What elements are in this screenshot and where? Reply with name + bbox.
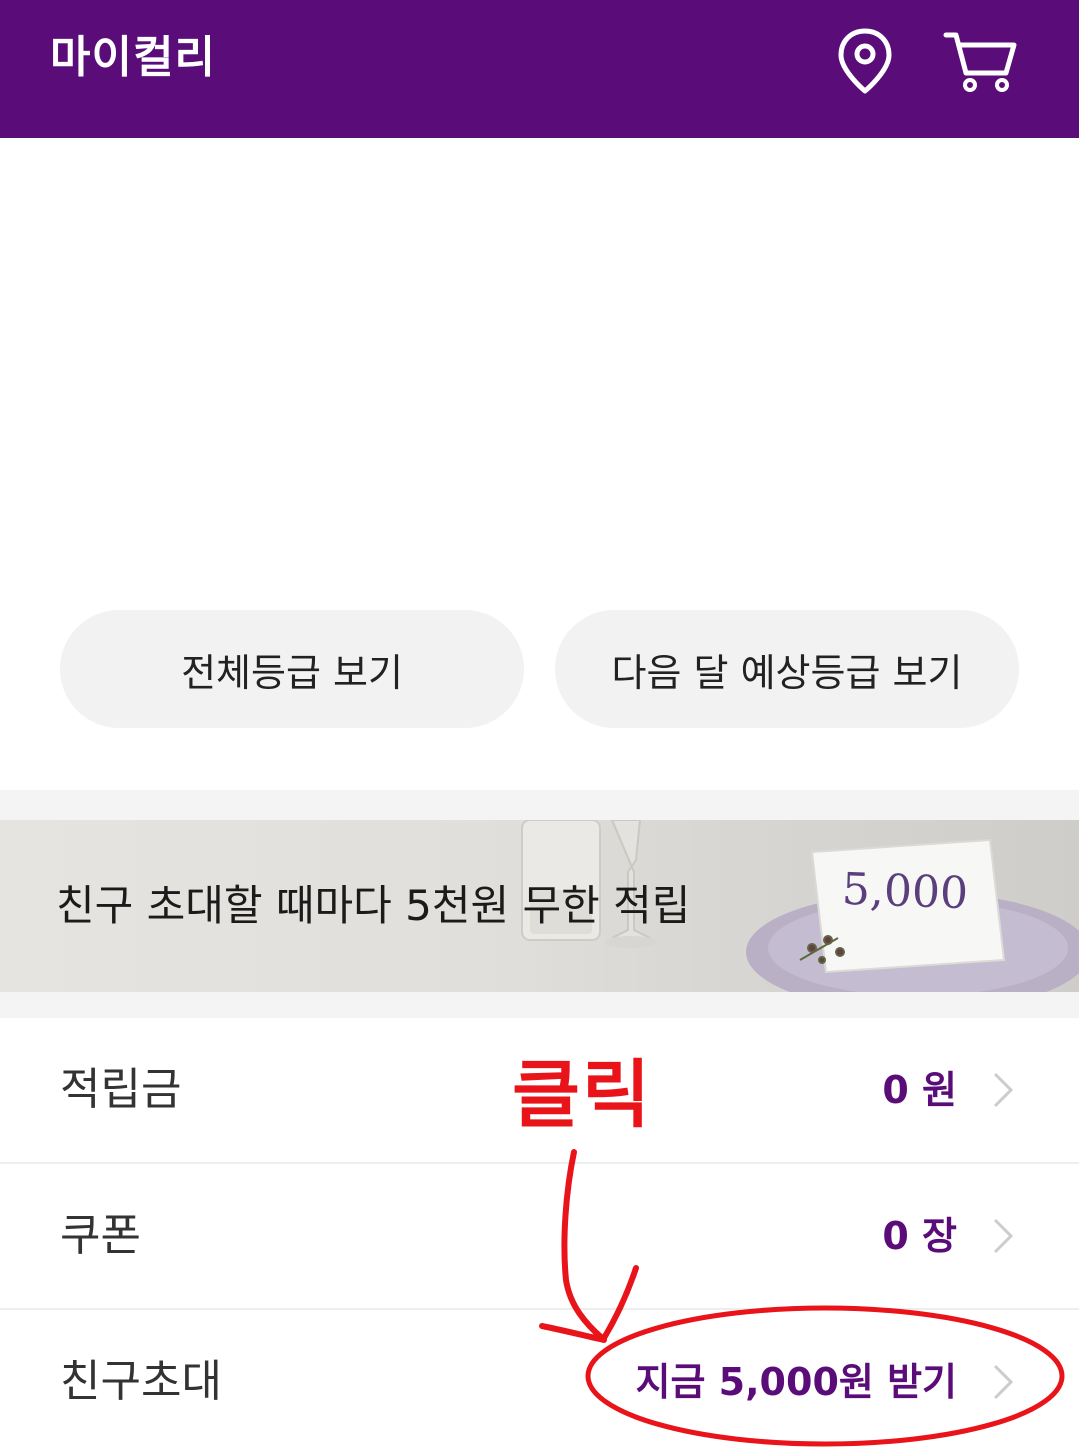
cart-icon[interactable] [940,22,1020,102]
view-all-grades-button[interactable]: 전체등급 보기 [60,610,524,728]
view-next-month-grade-button[interactable]: 다음 달 예상등급 보기 [555,610,1019,728]
points-label: 적립금 [60,1064,182,1115]
invite-friend-row[interactable]: 친구초대 지금 5,000원 받기 [0,1310,1079,1449]
invite-friend-label: 친구초대 [60,1356,222,1407]
invite-friend-value: 지금 5,000원 받기 [635,1360,957,1404]
points-row[interactable]: 적립금 0 원 [0,1018,1079,1162]
top-app-bar: 마이컬리 [0,0,1079,138]
coupons-row[interactable]: 쿠폰 0 장 [0,1164,1079,1308]
coupons-value: 0 장 [882,1214,957,1258]
chevron-right-icon [993,1364,1014,1400]
banner-headline: 친구 초대할 때마다 5천원 무한 적립 [56,881,691,930]
my-kurly-page: 마이컬리 전체등급 보기 다음 달 예상등급 보기 친구 초대할 때마다 5천원… [0,0,1079,1449]
friend-invite-banner[interactable]: 친구 초대할 때마다 5천원 무한 적립 [0,820,1079,992]
page-title: 마이컬리 [50,32,216,83]
location-pin-icon[interactable] [825,22,905,102]
section-separator [0,790,1079,820]
points-value: 0 원 [882,1068,957,1112]
chevron-right-icon [993,1072,1014,1108]
section-separator [0,992,1079,1018]
coupons-label: 쿠폰 [60,1210,141,1261]
chevron-right-icon [993,1218,1014,1254]
